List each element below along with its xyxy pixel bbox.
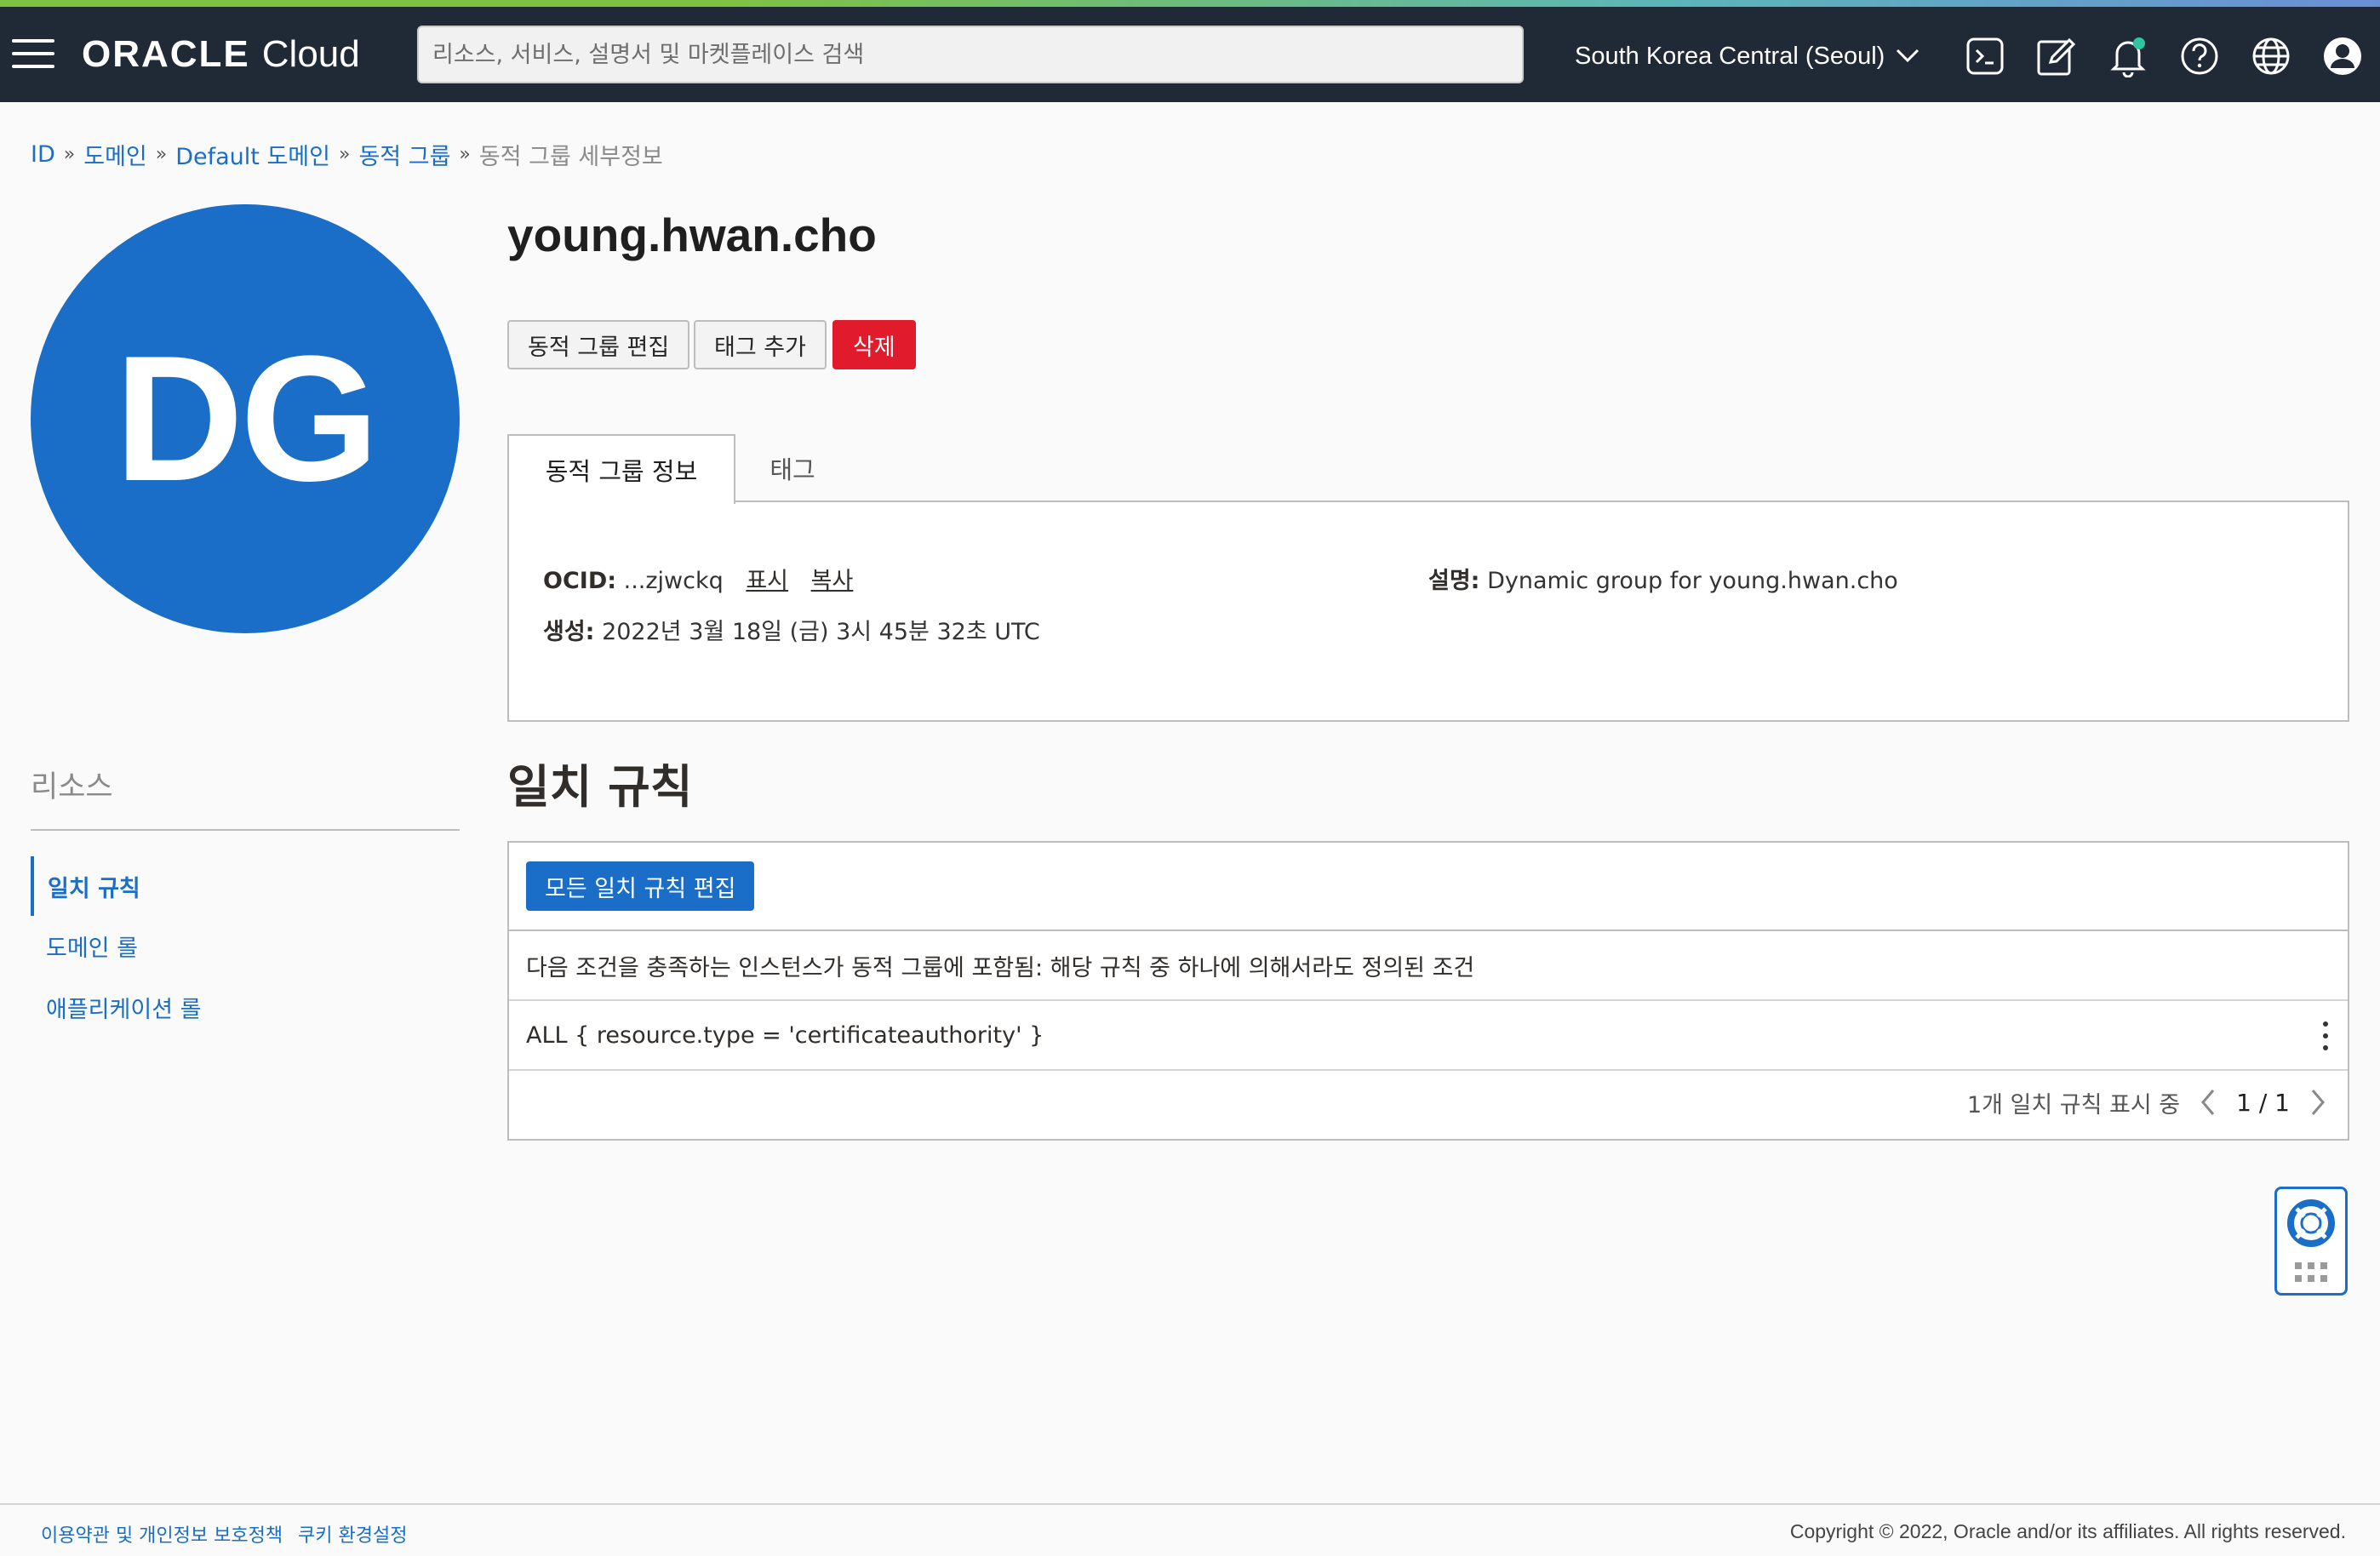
matching-rules-heading: 일치 규칙 xyxy=(507,760,693,814)
help-widget[interactable] xyxy=(2274,1187,2348,1296)
breadcrumb-link-dynamic-groups[interactable]: 동적 그룹 xyxy=(358,138,450,171)
dynamic-group-avatar: DG xyxy=(31,204,460,633)
description-row: 설명: Dynamic group for young.hwan.cho xyxy=(1428,562,1898,595)
globe-icon[interactable] xyxy=(2247,32,2295,80)
cloud-shell-icon[interactable] xyxy=(1961,32,2009,80)
breadcrumb-separator: » xyxy=(339,144,351,165)
pagination: 1개 일치 규칙 표시 중 1 / 1 xyxy=(1967,1078,2331,1127)
user-icon[interactable] xyxy=(2319,32,2366,80)
avatar-initials: DG xyxy=(114,318,380,518)
description-label: 설명: xyxy=(1428,568,1480,594)
rules-condition-header: 다음 조건을 충족하는 인스턴스가 동적 그룹에 포함됨: 해당 규칙 중 하나… xyxy=(509,931,2348,1001)
region-label: South Korea Central (Seoul) xyxy=(1575,42,1885,70)
created-value: 2022년 3월 18일 (금) 3시 45분 32초 UTC xyxy=(602,619,1040,645)
ocid-row: OCID: ...zjwckq 표시 복사 xyxy=(543,562,853,595)
cookie-preferences-link[interactable]: 쿠키 환경설정 xyxy=(298,1520,407,1547)
oracle-cloud-logo[interactable]: ORACLE Cloud xyxy=(82,32,360,77)
pagination-summary: 1개 일치 규칙 표시 중 xyxy=(1966,1091,2181,1118)
chevron-left-icon[interactable] xyxy=(2195,1085,2221,1119)
add-tags-button[interactable]: 태그 추가 xyxy=(694,320,827,369)
resources-item-matching-rules[interactable]: 일치 규칙 xyxy=(31,856,460,916)
description-value: Dynamic group for young.hwan.cho xyxy=(1487,568,1898,594)
breadcrumb: ID » 도메인 » Default 도메인 » 동적 그룹 » 동적 그룹 세… xyxy=(31,138,663,171)
terms-privacy-link[interactable]: 이용약관 및 개인정보 보호정책 xyxy=(41,1520,283,1547)
lifebuoy-icon xyxy=(2287,1199,2335,1250)
chevron-right-icon[interactable] xyxy=(2305,1085,2331,1119)
brand-oracle: ORACLE xyxy=(82,33,250,75)
breadcrumb-link-default-domain[interactable]: Default 도메인 xyxy=(175,138,330,171)
resources-heading: 리소스 xyxy=(31,770,113,804)
global-search-input[interactable] xyxy=(417,26,1524,83)
breadcrumb-separator: » xyxy=(63,144,76,165)
breadcrumb-separator: » xyxy=(155,144,168,165)
tab-tags[interactable]: 태그 xyxy=(739,434,846,502)
copyright-text: Copyright © 2022, Oracle and/or its affi… xyxy=(1789,1520,2346,1542)
header-accent-strip xyxy=(0,0,2380,7)
breadcrumb-current: 동적 그룹 세부정보 xyxy=(478,144,663,170)
edit-all-matching-rules-button[interactable]: 모든 일치 규칙 편집 xyxy=(526,861,755,911)
ocid-show-link[interactable]: 표시 xyxy=(746,568,788,594)
tab-dynamic-group-info[interactable]: 동적 그룹 정보 xyxy=(507,434,735,504)
rule-text: ALL { resource.type = 'certificateauthor… xyxy=(526,1021,1044,1049)
region-selector[interactable]: South Korea Central (Seoul) xyxy=(1575,36,1920,77)
breadcrumb-link-identity[interactable]: ID xyxy=(31,141,55,168)
help-icon[interactable] xyxy=(2176,32,2223,80)
rules-toolbar: 모든 일치 규칙 편집 xyxy=(509,843,2348,931)
breadcrumb-link-domains[interactable]: 도메인 xyxy=(83,138,147,171)
created-label: 생성: xyxy=(543,619,595,645)
dynamic-group-info-panel: OCID: ...zjwckq 표시 복사 생성: 2022년 3월 18일 (… xyxy=(507,501,2349,722)
top-navigation-bar: ORACLE Cloud South Korea Central (Seoul) xyxy=(0,7,2380,102)
resources-item-application-roles[interactable]: 애플리케이션 롤 xyxy=(31,977,460,1037)
bell-icon[interactable] xyxy=(2104,32,2152,80)
row-actions-menu-icon[interactable] xyxy=(2315,1021,2336,1050)
page-title: young.hwan.cho xyxy=(507,209,877,261)
page-footer: 이용약관 및 개인정보 보호정책 쿠키 환경설정 Copyright © 202… xyxy=(0,1503,2380,1556)
menu-icon[interactable] xyxy=(12,39,54,68)
brand-cloud: Cloud xyxy=(261,33,360,75)
ocid-label: OCID: xyxy=(543,568,617,594)
pagination-page: 1 / 1 xyxy=(2236,1088,2290,1117)
matching-rules-table: 모든 일치 규칙 편집 다음 조건을 충족하는 인스턴스가 동적 그룹에 포함됨… xyxy=(507,841,2349,1141)
edit-dynamic-group-button[interactable]: 동적 그룹 편집 xyxy=(507,320,690,369)
table-row: ALL { resource.type = 'certificateauthor… xyxy=(509,1001,2348,1071)
chevron-down-icon xyxy=(1895,43,1920,71)
created-row: 생성: 2022년 3월 18일 (금) 3시 45분 32초 UTC xyxy=(543,613,1040,646)
resources-divider xyxy=(31,829,460,831)
resources-item-domain-roles[interactable]: 도메인 롤 xyxy=(31,916,460,975)
ocid-value: ...zjwckq xyxy=(623,568,724,594)
ocid-copy-link[interactable]: 복사 xyxy=(811,568,854,594)
edit-icon[interactable] xyxy=(2033,32,2080,80)
drag-handle-icon[interactable] xyxy=(2295,1262,2327,1282)
delete-button[interactable]: 삭제 xyxy=(832,320,916,369)
breadcrumb-separator: » xyxy=(459,144,471,165)
